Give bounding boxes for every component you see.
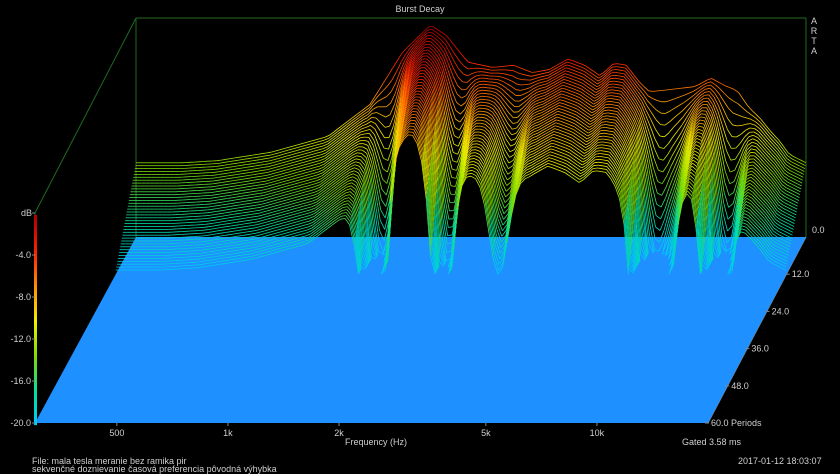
color-scale-segment	[34, 372, 37, 377]
color-scale-segment	[34, 264, 37, 268]
color-scale-segment	[34, 257, 37, 261]
color-scale-segment	[34, 306, 37, 310]
color-scale-segment	[34, 330, 37, 335]
color-scale-segment	[34, 393, 37, 398]
color-scale-segment	[34, 309, 37, 314]
db-tick-label: -12.0	[10, 334, 31, 344]
color-scale-segment	[34, 411, 37, 415]
color-scale-segment	[34, 274, 37, 279]
decay-slice	[136, 26, 807, 164]
color-scale-segment	[34, 236, 37, 240]
color-scale-segment	[34, 390, 37, 394]
color-scale-segment	[34, 281, 37, 286]
frequency-tick-label: 10k	[590, 428, 605, 438]
decay-slice	[134, 32, 806, 170]
floor-plane	[35, 237, 806, 423]
x-axis-label: Frequency (Hz)	[345, 437, 408, 447]
color-scale-segment	[34, 246, 37, 251]
frame-diagonal	[34, 17, 137, 214]
period-tick-label: 24.0	[772, 306, 790, 316]
period-tick-label: 36.0	[751, 344, 769, 354]
color-scale-segment	[34, 351, 37, 356]
color-scale-segment	[34, 407, 37, 412]
color-scale-segment	[34, 278, 37, 282]
db-tick-label: -16.0	[10, 376, 31, 386]
color-scale-segment	[34, 260, 37, 265]
color-scale-segment	[34, 344, 37, 349]
color-scale-segment	[34, 215, 37, 219]
color-scale-segment	[34, 400, 37, 405]
db-color-scale	[34, 215, 37, 426]
burst-decay-plot: -4.0-8.0-12.0-16.0-20.00.0 500 1k 2k 5k 10k …	[10, 17, 825, 438]
color-scale-segment	[34, 232, 37, 237]
footer-description: sekvenčné doznievanie časová preferencia…	[32, 464, 277, 474]
db-zero-label: 0.0	[812, 225, 825, 235]
color-scale-segment	[34, 355, 37, 359]
color-scale-segment	[34, 348, 37, 352]
color-scale-segment	[34, 285, 37, 289]
color-scale-segment	[34, 327, 37, 331]
frequency-tick-label: 500	[109, 428, 124, 438]
color-scale-segment	[34, 414, 37, 419]
color-scale-segment	[34, 218, 37, 223]
period-tick-label: 12.0	[792, 269, 810, 279]
color-scale-segment	[34, 376, 37, 380]
color-scale-segment	[34, 299, 37, 303]
color-scale-segment	[34, 397, 37, 401]
z-axis-unit: dB	[21, 208, 33, 218]
color-scale-segment	[34, 365, 37, 370]
brand-label: ARTA	[810, 16, 818, 56]
gated-label: Gated 3.58 ms	[682, 437, 742, 447]
db-tick-label: -20.0	[10, 418, 31, 428]
frequency-tick-label: 1k	[223, 428, 233, 438]
frequency-tick-label: 2k	[334, 428, 344, 438]
color-scale-segment	[34, 418, 37, 422]
color-scale-segment	[34, 404, 37, 408]
color-scale-segment	[34, 313, 37, 317]
color-scale-segment	[34, 369, 37, 373]
period-tick-label: 48.0	[731, 381, 749, 391]
color-scale-segment	[34, 250, 37, 254]
color-scale-segment	[34, 239, 37, 244]
timestamp: 2017-01-12 18:03:07	[738, 456, 822, 466]
frequency-tick-labels: 500 1k 2k 5k 10k	[109, 423, 605, 438]
color-scale-segment	[34, 334, 37, 338]
color-scale-segment	[34, 292, 37, 296]
color-scale-segment	[34, 320, 37, 324]
color-scale-segment	[34, 229, 37, 233]
db-tick-label: -4.0	[15, 250, 31, 260]
frequency-tick-label: 5k	[481, 428, 491, 438]
color-scale-segment	[34, 358, 37, 363]
color-scale-segment	[34, 267, 37, 272]
color-scale-segment	[34, 383, 37, 387]
color-scale-segment	[34, 316, 37, 321]
color-scale-segment	[34, 386, 37, 391]
period-tick-label: 60.0 Periods	[711, 418, 762, 428]
color-scale-segment	[34, 362, 37, 366]
color-scale-segment	[34, 341, 37, 345]
color-scale-segment	[34, 288, 37, 293]
color-scale-segment	[34, 323, 37, 328]
color-scale-segment	[34, 225, 37, 230]
chart-title: Burst Decay	[395, 4, 445, 14]
color-scale-segment	[34, 302, 37, 307]
color-scale-segment	[34, 222, 37, 226]
color-scale-segment	[34, 271, 37, 275]
color-scale-segment	[34, 243, 37, 247]
db-tick-label: -8.0	[15, 292, 31, 302]
